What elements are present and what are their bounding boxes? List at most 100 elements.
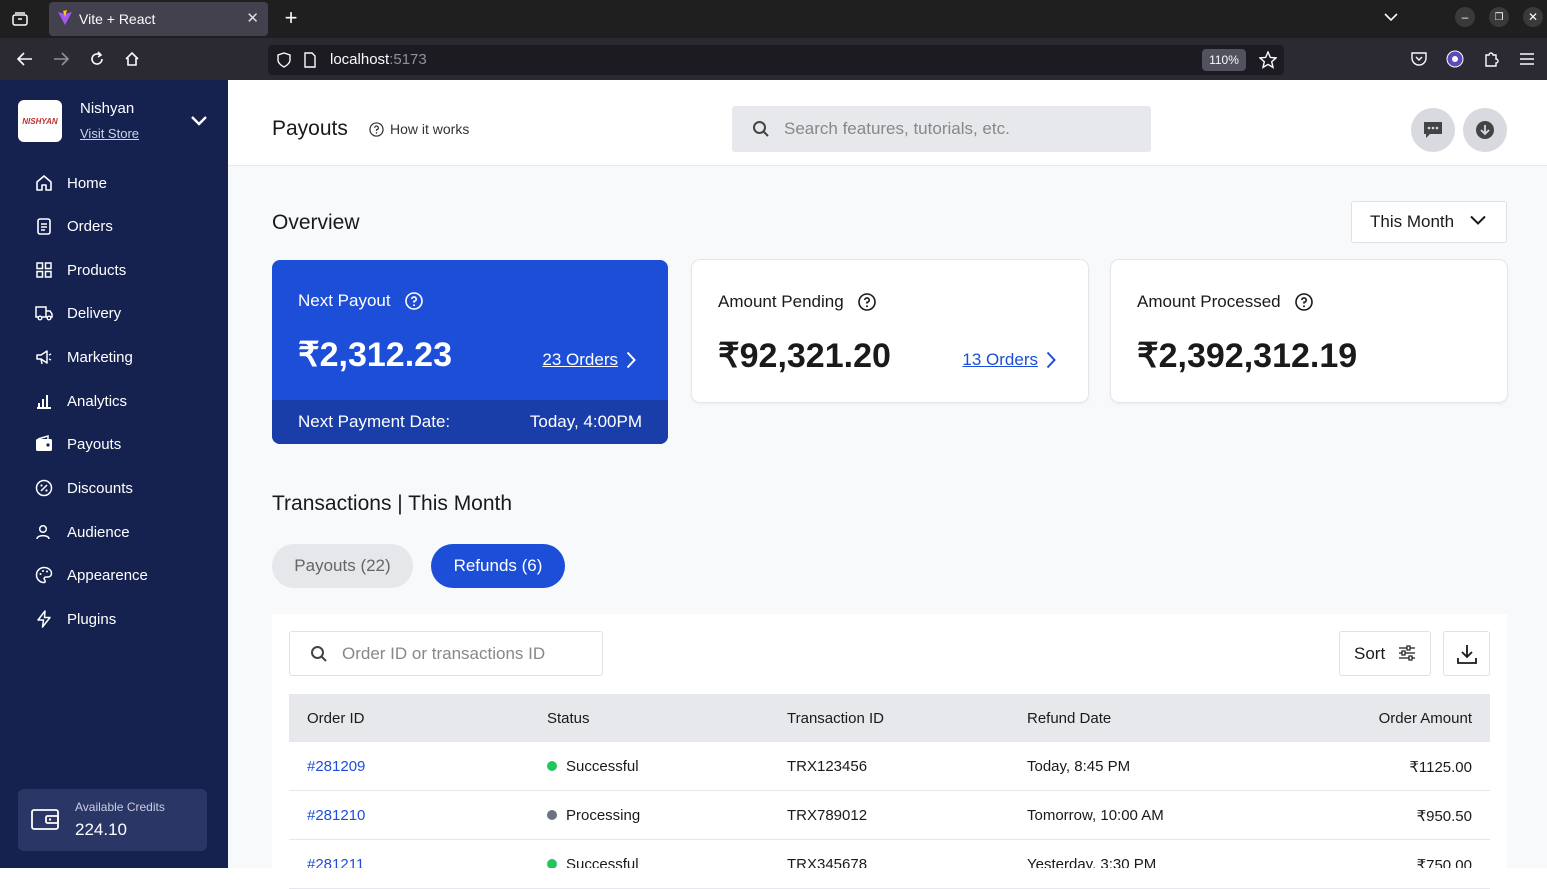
order-id-link[interactable]: #281209 [307, 758, 365, 775]
chat-icon [1424, 122, 1442, 138]
sidebar-item-home[interactable]: Home [34, 168, 214, 198]
browser-tab-bar: Vite + React ✕ + – ❐ ✕ [0, 0, 1547, 38]
sidebar-item-payouts[interactable]: Payouts [34, 429, 214, 459]
download-app-button[interactable] [1463, 108, 1507, 152]
sidebar-item-label: Payouts [67, 435, 122, 453]
chat-button[interactable] [1411, 108, 1455, 152]
amount-pending-card: Amount Pending ₹92,321.20 13 Orders [692, 260, 1088, 402]
amount-processed-card: Amount Processed ₹2,392,312.19 [1111, 260, 1507, 402]
sidebar-item-appearence[interactable]: Appearence [34, 560, 214, 590]
status-dot [547, 810, 557, 820]
transactions-panel: Sort Order ID Status Transaction ID Refu… [272, 614, 1507, 889]
tab-list-chevron-icon[interactable] [1380, 6, 1402, 28]
reload-icon[interactable] [86, 48, 108, 70]
download-button[interactable] [1443, 631, 1490, 676]
chevron-right-icon [1046, 351, 1056, 369]
hamburger-menu-icon[interactable] [1516, 48, 1538, 70]
transaction-id: TRX789012 [787, 807, 868, 824]
column-header[interactable]: Status [547, 710, 590, 727]
status-text: Processing [566, 807, 641, 824]
main-content: Payouts How it works Overview This Month… [228, 80, 1547, 889]
browser-tab[interactable]: Vite + React ✕ [49, 2, 268, 36]
table-row[interactable]: #281210 Processing TRX789012 Tomorrow, 1… [289, 791, 1490, 840]
column-header[interactable]: Order ID [307, 710, 365, 727]
help-icon[interactable] [857, 293, 876, 311]
visit-store-link[interactable]: Visit Store [80, 126, 139, 141]
search-input[interactable] [784, 106, 1134, 152]
transactions-title: Transactions | This Month [272, 492, 513, 515]
download-circle-icon [1476, 121, 1494, 139]
minimize-icon[interactable]: – [1455, 7, 1475, 27]
order-id-link[interactable]: #281210 [307, 807, 365, 824]
credits-value: 224.10 [75, 820, 127, 839]
sidebar-item-audience[interactable]: Audience [34, 517, 214, 547]
new-tab-icon[interactable]: + [280, 5, 302, 30]
orders-link[interactable]: 23 Orders [542, 350, 636, 370]
account-avatar-icon[interactable] [1444, 48, 1466, 70]
transaction-search[interactable] [289, 631, 603, 676]
sidebar-item-products[interactable]: Products [34, 255, 214, 285]
sort-button[interactable]: Sort [1339, 631, 1431, 676]
store-name: Nishyan [80, 100, 135, 117]
global-search[interactable] [732, 106, 1151, 152]
transaction-search-input[interactable] [342, 632, 592, 675]
sidebar-item-plugins[interactable]: Plugins [34, 604, 214, 634]
sidebar-item-discounts[interactable]: Discounts [34, 473, 214, 503]
palette-icon [35, 566, 53, 584]
column-header[interactable]: Order Amount [1379, 710, 1472, 727]
card-amount: ₹92,321.20 [718, 337, 891, 375]
how-it-works-link[interactable]: How it works [369, 121, 469, 137]
sidebar-item-analytics[interactable]: Analytics [34, 386, 214, 416]
sidebar-item-label: Products [67, 261, 127, 279]
card-amount: ₹2,312.23 [298, 336, 452, 374]
close-tab-icon[interactable]: ✕ [246, 9, 259, 27]
tab-overview-icon[interactable] [8, 8, 32, 30]
zoom-level[interactable]: 110% [1202, 49, 1246, 71]
card-amount: ₹2,392,312.19 [1137, 337, 1358, 375]
close-window-icon[interactable]: ✕ [1523, 7, 1543, 27]
table-header: Order ID Status Transaction ID Refund Da… [289, 694, 1490, 742]
shield-icon[interactable] [277, 52, 291, 68]
pocket-icon[interactable] [1408, 48, 1430, 70]
tab-refunds[interactable]: Refunds (6) [431, 544, 565, 588]
refund-date: Tomorrow, 10:00 AM [1027, 807, 1164, 824]
home-icon [36, 175, 52, 191]
back-arrow-icon[interactable] [14, 48, 36, 70]
column-header[interactable]: Transaction ID [787, 710, 884, 727]
url-host: localhost [330, 51, 390, 68]
restore-icon[interactable]: ❐ [1489, 7, 1509, 27]
sidebar-item-label: Delivery [67, 304, 122, 322]
forward-arrow-icon[interactable] [50, 48, 72, 70]
table-row[interactable]: #281209 Successful TRX123456 Today, 8:45… [289, 742, 1490, 791]
address-bar[interactable]: localhost:5173 110% [268, 45, 1284, 75]
search-icon [311, 646, 327, 662]
bookmark-star-icon[interactable] [1259, 51, 1277, 69]
tab-payouts[interactable]: Payouts (22) [272, 544, 413, 588]
home-browser-icon[interactable] [121, 48, 143, 70]
sidebar-item-marketing[interactable]: Marketing [34, 342, 214, 372]
sidebar-item-delivery[interactable]: Delivery [34, 298, 214, 328]
card-title: Amount Processed [1137, 292, 1281, 311]
wallet-icon [31, 809, 59, 830]
column-header[interactable]: Refund Date [1027, 710, 1111, 727]
discount-icon [35, 479, 53, 497]
next-payment-footer: Next Payment Date: Today, 4:00PM [272, 400, 668, 444]
chevron-right-icon [626, 351, 636, 369]
megaphone-icon [36, 350, 52, 365]
vite-logo-icon [58, 10, 72, 25]
next-payout-card: Next Payout ₹2,312.23 23 Orders Next Pay… [272, 260, 668, 444]
help-icon[interactable] [1294, 293, 1313, 311]
viewport-bottom-edge [0, 868, 1547, 882]
next-payment-date: Today, 4:00PM [529, 412, 642, 431]
period-dropdown[interactable]: This Month [1351, 201, 1507, 243]
refund-date: Today, 8:45 PM [1027, 758, 1131, 775]
orders-link[interactable]: 13 Orders [962, 350, 1056, 370]
extensions-puzzle-icon[interactable] [1480, 48, 1502, 70]
page-icon [304, 52, 316, 68]
sidebar-item-label: Orders [67, 217, 113, 235]
chevron-down-icon[interactable] [188, 112, 210, 130]
help-icon[interactable] [404, 292, 423, 310]
sidebar-item-orders[interactable]: Orders [34, 211, 214, 241]
overview-title: Overview [272, 211, 360, 234]
credits-label: Available Credits [75, 800, 165, 814]
